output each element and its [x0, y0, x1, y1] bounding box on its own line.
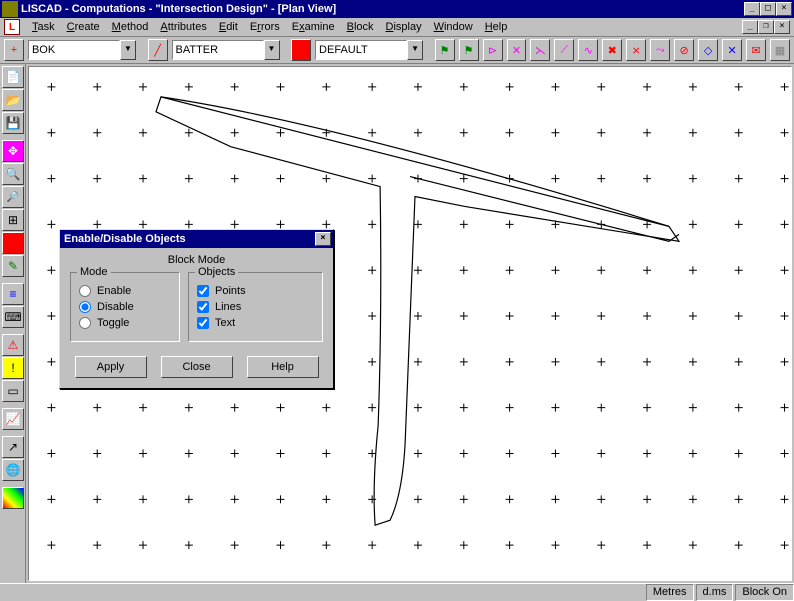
check-points-label: Points: [215, 285, 246, 297]
style-dropdown[interactable]: ▼: [315, 40, 423, 60]
radio-toggle[interactable]: Toggle: [79, 317, 171, 329]
mode-fieldset: Mode Enable Disable Toggle: [70, 272, 180, 342]
menu-attributes[interactable]: Attributes: [154, 19, 212, 35]
mdi-restore-button[interactable]: ❐: [758, 20, 774, 34]
intersect4-icon[interactable]: ⟋: [554, 39, 574, 61]
preview-icon[interactable]: ▭: [2, 380, 24, 402]
chevron-down-icon[interactable]: ▼: [407, 40, 423, 60]
layers-icon[interactable]: ≡: [2, 283, 24, 305]
status-block: Block On: [735, 584, 794, 601]
globe-icon[interactable]: 🌐: [2, 459, 24, 481]
close-button[interactable]: ×: [776, 2, 792, 16]
color-swatch-icon[interactable]: [291, 39, 311, 61]
mdi-minimize-button[interactable]: _: [742, 20, 758, 34]
save-file-icon[interactable]: 💾: [2, 112, 24, 134]
flag-green-icon[interactable]: ⚑: [435, 39, 455, 61]
zoom-out-icon[interactable]: 🔎: [2, 186, 24, 208]
check-lines[interactable]: Lines: [197, 301, 314, 313]
check-lines-label: Lines: [215, 301, 241, 313]
maximize-button[interactable]: □: [760, 2, 776, 16]
statusbar: Metres d.ms Block On: [0, 583, 794, 601]
linetype-input[interactable]: [172, 40, 264, 60]
titlebar: LISCAD - Computations - "Intersection De…: [0, 0, 794, 18]
app-icon: [2, 1, 18, 17]
layer-input[interactable]: [28, 40, 120, 60]
layer-dropdown[interactable]: ▼: [28, 40, 136, 60]
menu-errors[interactable]: Errors: [244, 19, 286, 35]
radio-enable[interactable]: Enable: [79, 285, 171, 297]
menu-method[interactable]: Method: [106, 19, 155, 35]
dialog-title: Enable/Disable Objects: [62, 233, 315, 245]
menu-block[interactable]: Block: [341, 19, 380, 35]
doc-icon[interactable]: L: [4, 19, 20, 35]
menu-display[interactable]: Display: [380, 19, 428, 35]
keyboard-icon[interactable]: ⌨: [2, 306, 24, 328]
intersect3-icon[interactable]: ⋋: [530, 39, 550, 61]
delete1-icon[interactable]: ✖: [602, 39, 622, 61]
mdi-close-button[interactable]: ×: [774, 20, 790, 34]
toolbar: + ▼ ╱ ▼ ▼ ⚑ ⚑ ⊳ ✕ ⋋ ⟋ ∿ ✖ ⨯ ⤳ ⊘ ◇ ✕ ✉ ▦: [0, 37, 794, 64]
close-button-dlg[interactable]: Close: [161, 356, 233, 378]
arrow-icon[interactable]: ↗: [2, 436, 24, 458]
intersect1-icon[interactable]: ⊳: [483, 39, 503, 61]
delete2-icon[interactable]: ⨯: [626, 39, 646, 61]
flag-green2-icon[interactable]: ⚑: [459, 39, 479, 61]
radio-disable[interactable]: Disable: [79, 301, 171, 313]
radio-disable-label: Disable: [97, 301, 134, 313]
minimize-button[interactable]: _: [744, 2, 760, 16]
check-text[interactable]: Text: [197, 317, 314, 329]
node-icon[interactable]: ◇: [698, 39, 718, 61]
left-toolbar: 📄 📂 💾 ✥ 🔍 🔎 ⊞ ✎ ≡ ⌨ ⚠ ! ▭ 📈 ↗ 🌐: [0, 64, 26, 583]
menu-help[interactable]: Help: [479, 19, 514, 35]
pencil-icon[interactable]: ✎: [2, 255, 24, 277]
style-input[interactable]: [315, 40, 407, 60]
noentry-icon[interactable]: ⊘: [674, 39, 694, 61]
dialog-heading: Block Mode: [70, 254, 323, 266]
menu-window[interactable]: Window: [428, 19, 479, 35]
check-points[interactable]: Points: [197, 285, 314, 297]
intersect2-icon[interactable]: ✕: [507, 39, 527, 61]
status-angle: d.ms: [696, 584, 734, 601]
new-file-icon[interactable]: 📄: [2, 66, 24, 88]
radio-enable-label: Enable: [97, 285, 131, 297]
menubar: L Task Create Method Attributes Edit Err…: [0, 18, 794, 37]
chevron-down-icon[interactable]: ▼: [120, 40, 136, 60]
objects-legend: Objects: [195, 266, 238, 278]
menu-task[interactable]: Task: [26, 19, 61, 35]
grid-icon[interactable]: ▦: [770, 39, 790, 61]
open-file-icon[interactable]: 📂: [2, 89, 24, 111]
mail-icon[interactable]: ✉: [746, 39, 766, 61]
apply-button[interactable]: Apply: [75, 356, 147, 378]
intersect5-icon[interactable]: ∿: [578, 39, 598, 61]
help-button[interactable]: Help: [247, 356, 319, 378]
status-units: Metres: [646, 584, 694, 601]
window-split-icon[interactable]: ⊞: [2, 209, 24, 231]
objects-fieldset: Objects Points Lines Text: [188, 272, 323, 342]
check-text-label: Text: [215, 317, 235, 329]
alert-icon[interactable]: ⚠: [2, 334, 24, 356]
point-marker-icon[interactable]: +: [4, 39, 24, 61]
radio-toggle-label: Toggle: [97, 317, 129, 329]
zoom-in-icon[interactable]: 🔍: [2, 163, 24, 185]
dialog-titlebar[interactable]: Enable/Disable Objects ×: [60, 230, 333, 248]
menu-examine[interactable]: Examine: [286, 19, 341, 35]
move-icon[interactable]: ✥: [2, 140, 24, 162]
warn-icon[interactable]: !: [2, 357, 24, 379]
chart-icon[interactable]: 📈: [2, 408, 24, 430]
node2-icon[interactable]: ✕: [722, 39, 742, 61]
chevron-down-icon[interactable]: ▼: [264, 40, 280, 60]
traverse-icon[interactable]: ⤳: [650, 39, 670, 61]
enable-disable-dialog: Enable/Disable Objects × Block Mode Mode…: [59, 229, 334, 389]
linetype-dropdown[interactable]: ▼: [172, 40, 280, 60]
line-style-icon[interactable]: ╱: [148, 39, 168, 61]
window-title: LISCAD - Computations - "Intersection De…: [21, 3, 744, 15]
menu-edit[interactable]: Edit: [213, 19, 244, 35]
palette-icon[interactable]: [2, 487, 24, 509]
menu-create[interactable]: Create: [61, 19, 106, 35]
red-block-icon[interactable]: [2, 232, 24, 254]
dialog-close-button[interactable]: ×: [315, 232, 331, 246]
mode-legend: Mode: [77, 266, 111, 278]
